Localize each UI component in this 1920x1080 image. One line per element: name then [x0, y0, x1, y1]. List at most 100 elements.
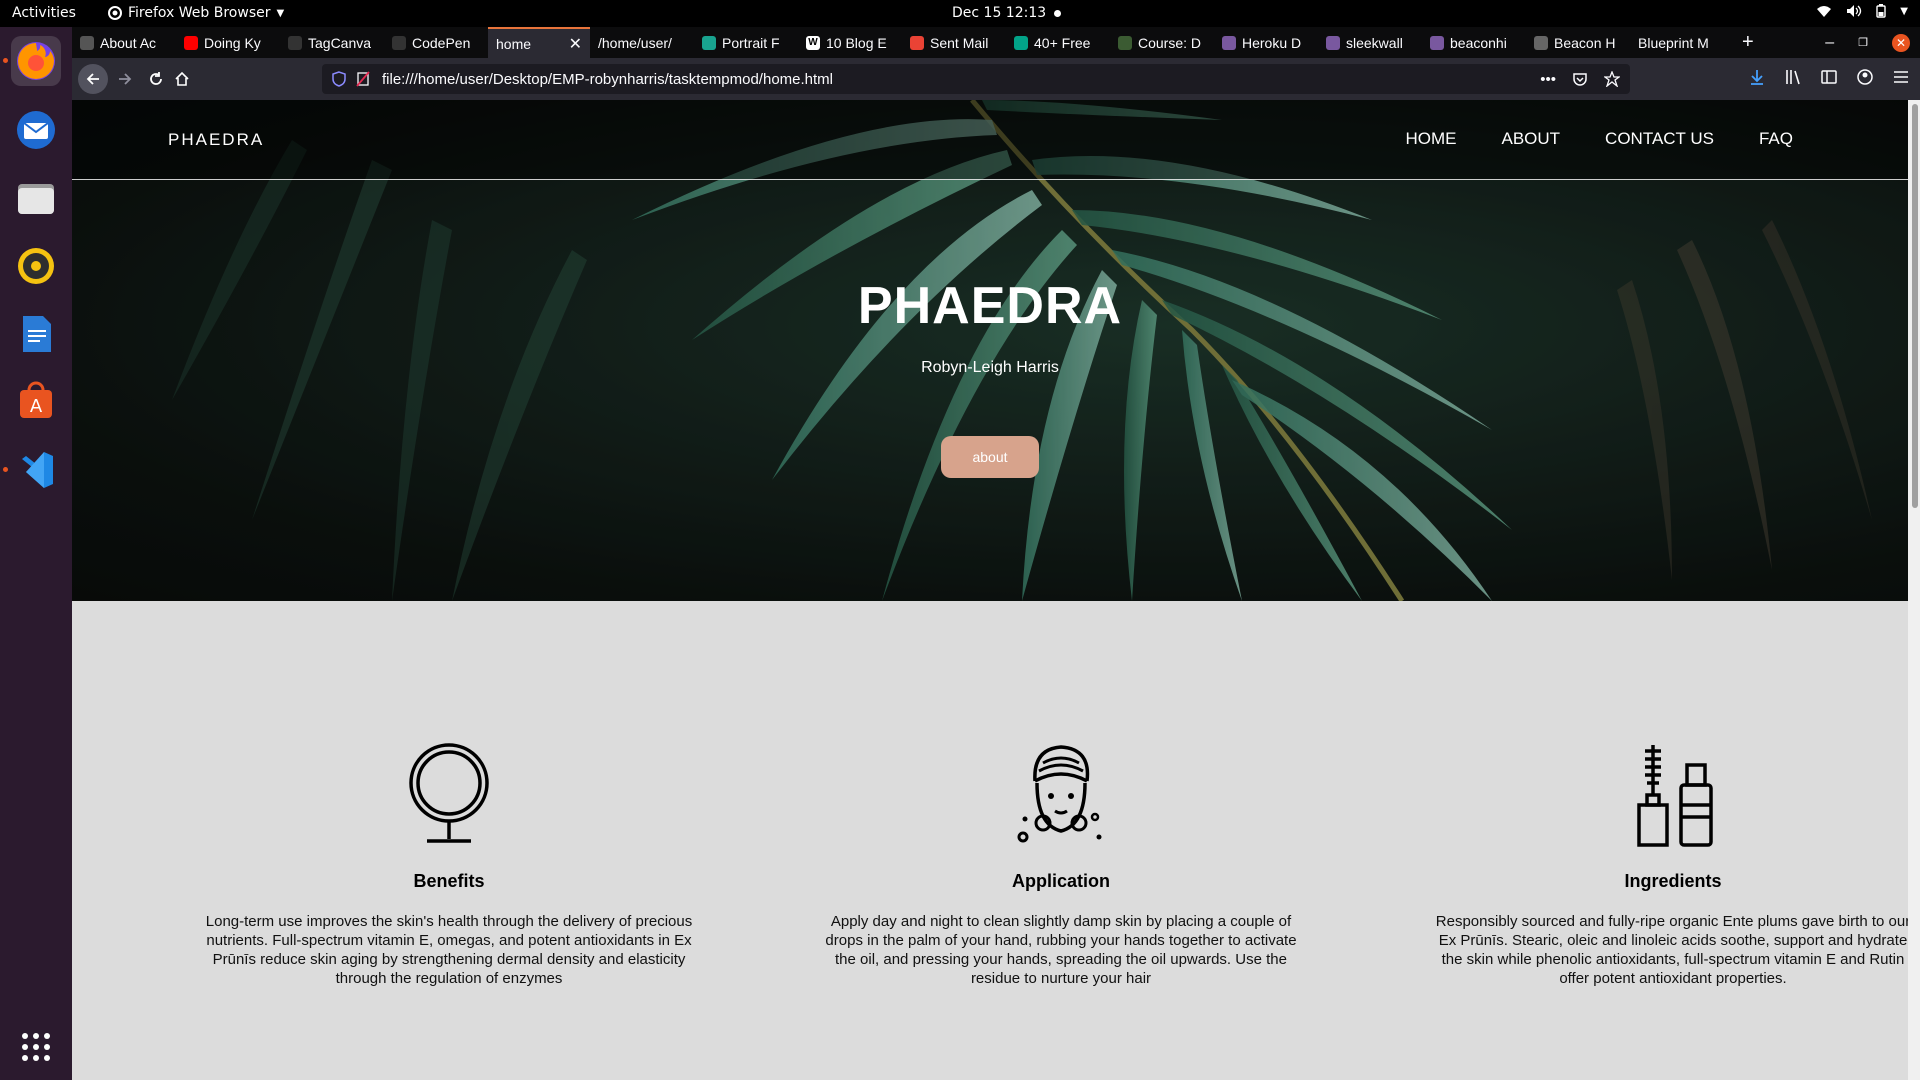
window-close-icon[interactable]: ✕ [1892, 33, 1910, 52]
app-grid-icon[interactable] [11, 1022, 61, 1072]
restore-icon[interactable]: ❐ [1858, 36, 1868, 49]
tab-9[interactable]: 40+ Free [1006, 27, 1110, 58]
tab-label: home [496, 35, 532, 52]
tab-14[interactable]: Beacon H [1526, 27, 1630, 58]
navigation-toolbar: file:///home/user/Desktop/EMP-robynharri… [72, 58, 1920, 100]
minimize-icon[interactable]: – [1825, 34, 1834, 52]
tab-label: CodePen [412, 34, 471, 51]
site-header: PHAEDRA HOME ABOUT CONTACT US FAQ [72, 100, 1908, 180]
feature-text: Responsibly sourced and fully-ripe organ… [1435, 913, 1908, 987]
tab-close-icon[interactable]: ✕ [569, 34, 582, 54]
heroku-icon [1430, 35, 1444, 50]
firefox-small-icon [108, 6, 122, 20]
features-section: Benefits Long-term use improves the skin… [72, 601, 1908, 1080]
course-icon [1118, 35, 1132, 50]
about-button[interactable]: about [941, 436, 1039, 478]
dock: A [0, 27, 72, 1080]
vscode-icon[interactable] [11, 445, 61, 495]
new-tab-button[interactable]: + [1742, 31, 1754, 54]
system-tray[interactable]: ▼ [1816, 4, 1908, 18]
software-icon[interactable]: A [11, 377, 61, 427]
clock[interactable]: Dec 15 12:13 [952, 5, 1046, 21]
bookmark-star-icon[interactable] [1604, 70, 1620, 87]
mirror-icon [409, 743, 489, 843]
tab-15[interactable]: Blueprint M [1630, 27, 1734, 58]
download-icon[interactable] [1748, 68, 1766, 86]
app-menu[interactable]: Firefox Web Browser ▼ [108, 5, 284, 21]
youtube-icon [184, 35, 198, 50]
tab-label: 10 Blog E [826, 34, 887, 51]
tab-5[interactable]: /home/user/ [590, 27, 694, 58]
tab-4[interactable]: home ✕ [488, 27, 590, 58]
chevron-down-icon: ▼ [1900, 5, 1908, 17]
window-controls: – ❐ ✕ [1825, 27, 1920, 58]
tab-label: Portrait F [722, 34, 780, 51]
arrow-left-icon [86, 73, 99, 85]
pocket-icon[interactable] [1572, 71, 1588, 87]
tab-8[interactable]: Sent Mail [902, 27, 1006, 58]
tab-3[interactable]: CodePen [384, 27, 488, 58]
codepen-icon [288, 35, 302, 50]
writer-icon[interactable] [11, 309, 61, 359]
site-nav: HOME ABOUT CONTACT US FAQ [1405, 129, 1793, 149]
tab-label: Course: D [1138, 34, 1202, 51]
url-text[interactable]: file:///home/user/Desktop/EMP-robynharri… [382, 71, 833, 88]
wifi-icon [1817, 6, 1832, 17]
heroku-icon [1326, 35, 1340, 50]
system-top-bar: Activities Firefox Web Browser ▼ Dec 15 … [0, 0, 1920, 27]
firefox-icon[interactable] [11, 36, 61, 86]
site-logo[interactable]: PHAEDRA [168, 130, 264, 150]
page-scrollbar-thumb[interactable] [1912, 104, 1918, 508]
portrait-icon [702, 35, 716, 50]
about-icon [80, 35, 94, 50]
volume-icon [1847, 5, 1862, 17]
hero-section: PHAEDRA HOME ABOUT CONTACT US FAQ PHAEDR… [72, 100, 1908, 601]
reload-button[interactable] [143, 66, 169, 92]
tab-6[interactable]: Portrait F [694, 27, 798, 58]
toolbar-right [1748, 68, 1910, 86]
files-icon[interactable] [11, 173, 61, 223]
activities-button[interactable]: Activities [12, 5, 76, 21]
feature-text: Apply day and night to clean slightly da… [825, 913, 1297, 987]
svg-text:A: A [30, 396, 43, 417]
tab-10[interactable]: Course: D [1110, 27, 1214, 58]
tab-label: About Ac [100, 34, 157, 51]
hero-subtitle: Robyn-Leigh Harris [921, 359, 1059, 376]
forward-button[interactable] [112, 66, 138, 92]
nav-faq[interactable]: FAQ [1759, 129, 1793, 149]
sidebar-icon[interactable] [1820, 68, 1838, 86]
tab-label: Beacon H [1554, 34, 1616, 51]
gmail-icon [910, 35, 924, 50]
notification-dot [1054, 10, 1061, 17]
wix-icon: W [806, 35, 820, 50]
page-info-icon[interactable] [356, 71, 370, 87]
library-icon[interactable] [1784, 68, 1802, 86]
account-icon[interactable] [1856, 68, 1874, 86]
tab-strip: About Ac Doing Ky TagCanva CodePen home ✕ /hom… [72, 27, 1734, 58]
feature-title: Application [1012, 871, 1110, 891]
tab-11[interactable]: Heroku D [1214, 27, 1318, 58]
nav-contact-us[interactable]: CONTACT US [1605, 129, 1714, 149]
nav-home[interactable]: HOME [1405, 129, 1456, 149]
tab-1[interactable]: Doing Ky [176, 27, 280, 58]
back-button[interactable] [78, 64, 108, 94]
thunderbird-icon[interactable] [11, 105, 61, 155]
tab-label: Doing Ky [204, 34, 261, 51]
tab-13[interactable]: beaconhi [1422, 27, 1526, 58]
tab-7[interactable]: W 10 Blog E [798, 27, 902, 58]
tab-12[interactable]: sleekwall [1318, 27, 1422, 58]
more-actions-icon[interactable]: ••• [1540, 71, 1556, 88]
shield-icon[interactable] [332, 71, 346, 87]
tab-label: beaconhi [1450, 34, 1507, 51]
tab-2[interactable]: TagCanva [280, 27, 384, 58]
nav-about[interactable]: ABOUT [1501, 129, 1560, 149]
rhythmbox-icon[interactable] [11, 241, 61, 291]
hamburger-menu-icon[interactable] [1892, 68, 1910, 86]
home-button[interactable] [169, 66, 195, 92]
tab-label: 40+ Free [1034, 34, 1091, 51]
tab-0[interactable]: About Ac [72, 27, 176, 58]
running-indicator [3, 467, 8, 472]
chevron-down-icon: ▼ [276, 7, 285, 19]
heroku-icon [1222, 35, 1236, 50]
url-bar[interactable]: file:///home/user/Desktop/EMP-robynharri… [322, 64, 1630, 94]
